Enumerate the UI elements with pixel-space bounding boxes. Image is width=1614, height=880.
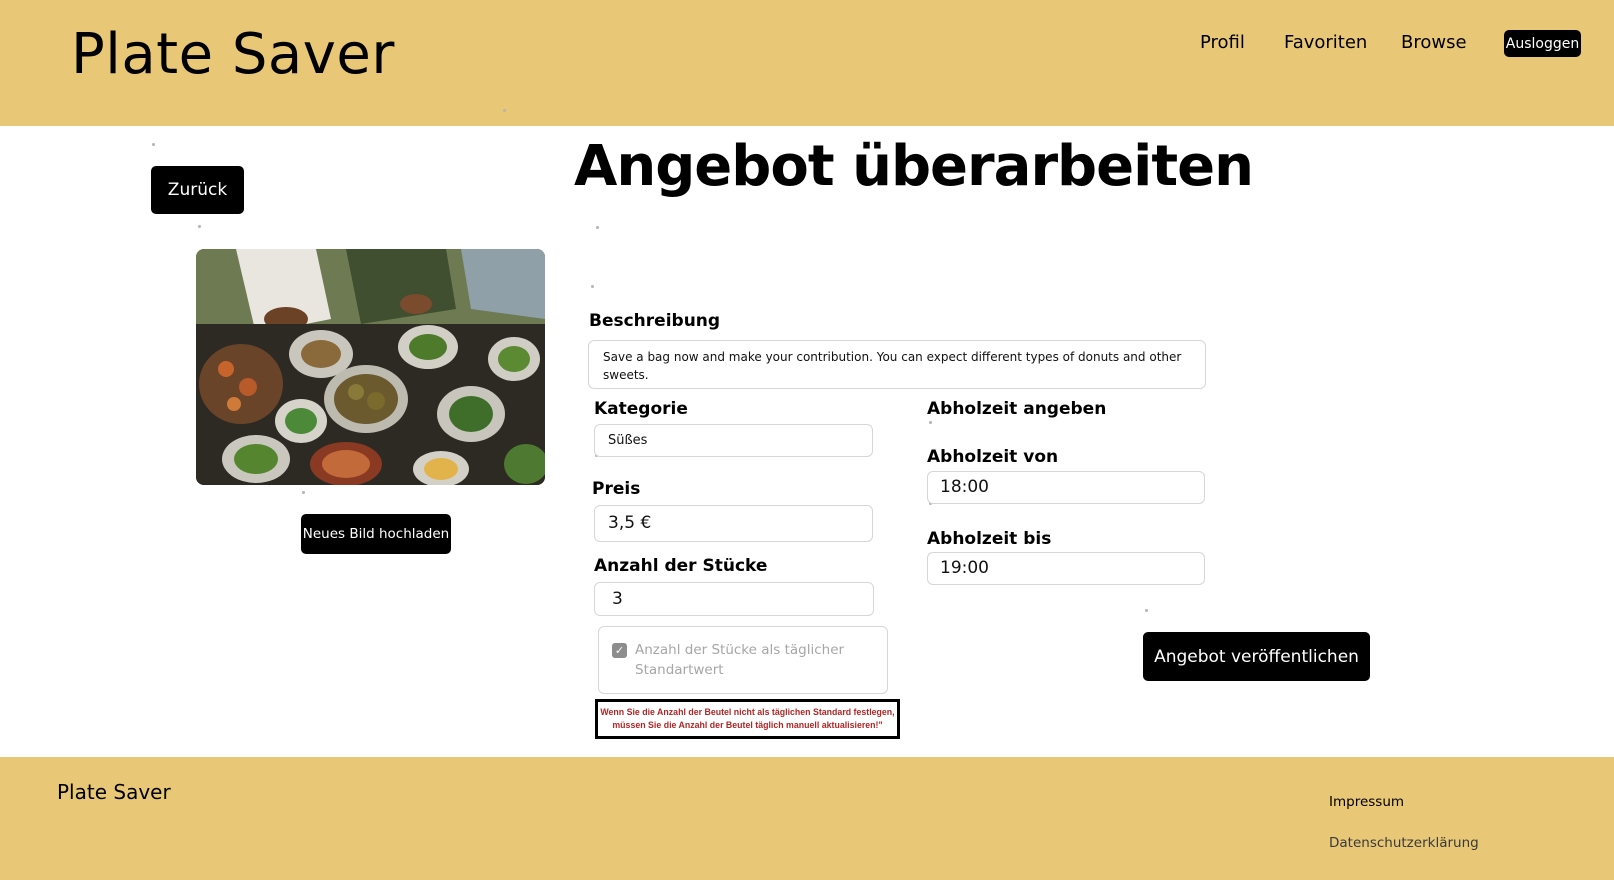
description-label: Beschreibung — [589, 311, 721, 331]
brand-logo[interactable]: Plate Saver — [71, 22, 395, 87]
price-label: Preis — [592, 479, 641, 499]
upload-image-button[interactable]: Neues Bild hochladen — [301, 514, 451, 554]
footer-brand: Plate Saver — [57, 780, 171, 804]
decorative-dot — [929, 421, 932, 424]
pickup-from-label: Abholzeit von — [927, 447, 1059, 467]
default-quantity-option: ✓ Anzahl der Stücke als täglicher Standa… — [598, 626, 888, 694]
decorative-dot — [1145, 609, 1148, 612]
site-header: Plate Saver Profil Favoriten Browse Ausl… — [0, 0, 1614, 126]
back-button[interactable]: Zurück — [151, 166, 244, 214]
default-quantity-checkbox[interactable]: ✓ — [612, 643, 627, 658]
check-icon: ✓ — [614, 645, 625, 657]
decorative-dot — [302, 491, 305, 494]
logout-button[interactable]: Ausloggen — [1504, 30, 1581, 57]
page-title: Angebot überarbeiten — [574, 134, 1254, 199]
footer-link-impressum[interactable]: Impressum — [1329, 794, 1404, 810]
price-field[interactable]: 3,5 € — [594, 505, 873, 542]
offer-image — [196, 249, 545, 485]
decorative-dot — [198, 225, 201, 228]
default-quantity-label: Anzahl der Stücke als täglicher Standart… — [635, 642, 845, 678]
decorative-dot — [596, 226, 599, 229]
pickup-from-field[interactable]: 18:00 — [927, 471, 1205, 504]
site-footer: Plate Saver Impressum Datenschutzerkläru… — [0, 757, 1614, 880]
nav-favoriten[interactable]: Favoriten — [1284, 32, 1367, 53]
category-label: Kategorie — [594, 399, 688, 419]
quantity-field[interactable]: 3 — [594, 582, 874, 616]
footer-link-datenschutz[interactable]: Datenschutzerklärung — [1329, 835, 1479, 851]
nav-browse[interactable]: Browse — [1401, 32, 1467, 53]
description-field[interactable]: Save a bag now and make your contributio… — [588, 340, 1206, 389]
nav-profil[interactable]: Profil — [1200, 32, 1245, 53]
publish-offer-button[interactable]: Angebot veröffentlichen — [1143, 632, 1370, 681]
category-select[interactable]: Süßes — [594, 424, 873, 457]
pickup-to-field[interactable]: 19:00 — [927, 552, 1205, 585]
pickup-to-label: Abholzeit bis — [927, 529, 1052, 549]
pickup-heading: Abholzeit angeben — [927, 399, 1107, 419]
decorative-dot — [503, 109, 506, 112]
decorative-dot — [591, 285, 594, 288]
decorative-dot — [152, 143, 155, 146]
warning-message: Wenn Sie die Anzahl der Beutel nicht als… — [595, 699, 900, 739]
quantity-label: Anzahl der Stücke — [594, 556, 768, 576]
